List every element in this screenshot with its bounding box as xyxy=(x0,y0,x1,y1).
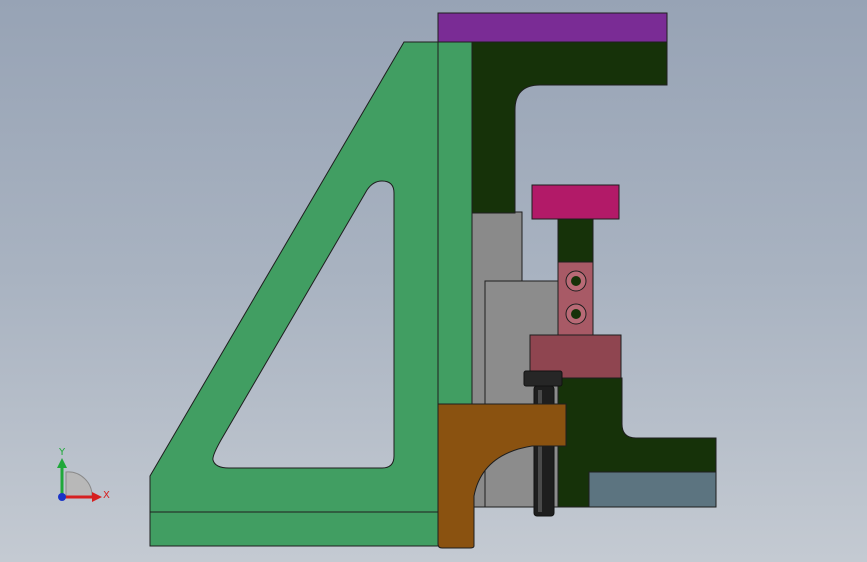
bolt-hole-lower-inner xyxy=(571,309,581,319)
x-axis-label: X xyxy=(103,490,110,501)
y-axis-label: Y xyxy=(58,447,66,458)
green-gusset-plate xyxy=(149,41,439,513)
bolt-hole-upper-inner xyxy=(571,276,581,286)
bolt-head xyxy=(523,370,563,387)
z-axis-dot xyxy=(58,493,66,501)
x-axis-arrow xyxy=(92,492,102,502)
cad-viewport[interactable]: Y X xyxy=(0,0,867,562)
model-canvas[interactable]: Y X xyxy=(0,0,867,562)
magenta-cap xyxy=(531,184,620,220)
coordinate-triad: Y X xyxy=(57,447,110,502)
y-axis-arrow xyxy=(57,458,67,468)
purple-top-plate xyxy=(437,12,668,43)
green-upright xyxy=(437,41,473,408)
green-base-strip xyxy=(149,511,441,547)
triad-arc xyxy=(65,471,93,498)
slate-base-block xyxy=(588,471,717,508)
